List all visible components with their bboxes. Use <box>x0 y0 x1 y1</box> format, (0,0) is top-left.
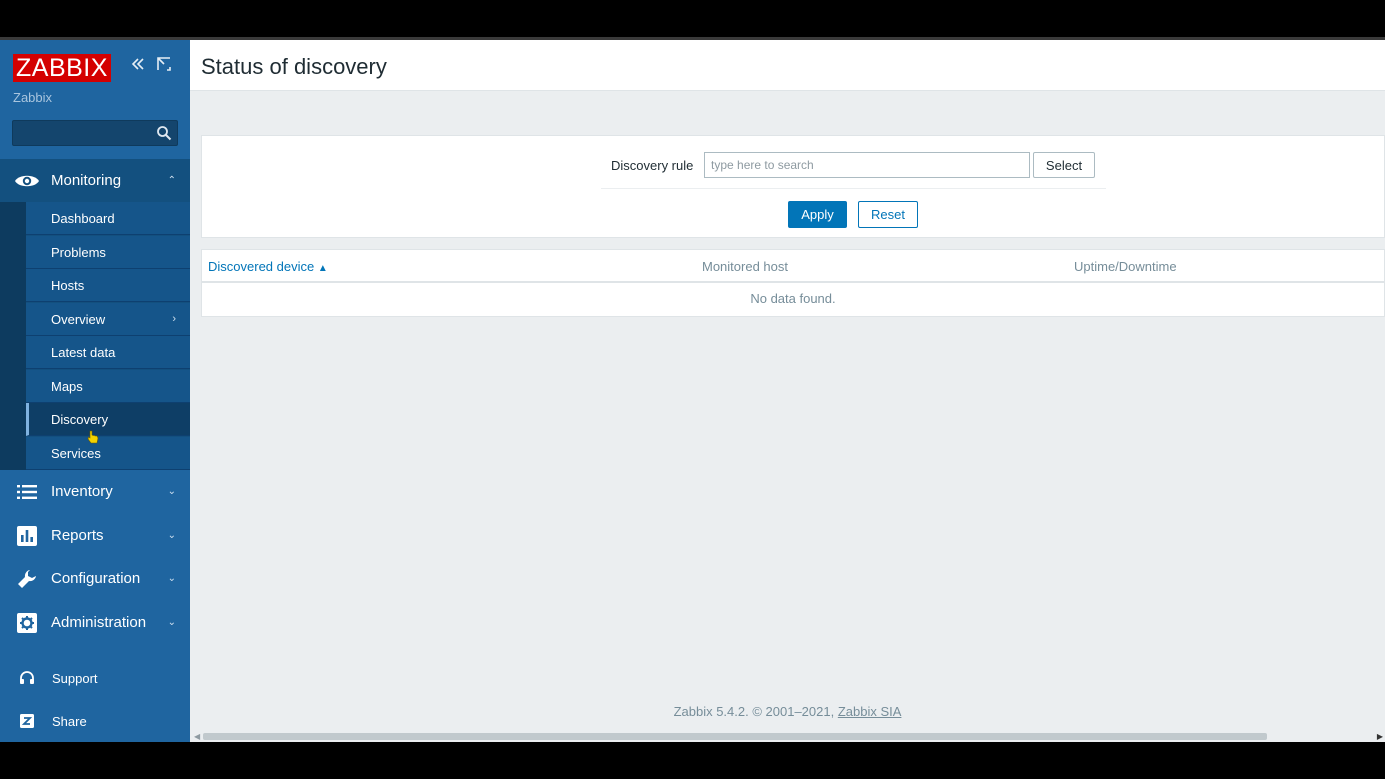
sidebar: ZABBIX Zabbix Monitoring ⌃ Dashboard Pro… <box>0 40 190 742</box>
empty-table-message: No data found. <box>750 291 836 306</box>
zabbix-logo[interactable]: ZABBIX <box>13 54 111 82</box>
menu-section-label: Reports <box>51 527 104 544</box>
chevron-right-icon: › <box>172 313 176 325</box>
column-header-monitored-host: Monitored host <box>702 259 788 274</box>
menu-section-inventory[interactable]: Inventory ⌄ <box>0 470 190 513</box>
sidebar-item-dashboard[interactable]: Dashboard <box>26 202 190 235</box>
sidebar-item-overview[interactable]: Overview › <box>26 303 190 336</box>
sidebar-item-discovery[interactable]: Discovery <box>26 403 190 436</box>
sidebar-item-label: Dashboard <box>51 210 115 226</box>
menu-section-configuration[interactable]: Configuration ⌄ <box>0 557 190 600</box>
server-name: Zabbix <box>13 90 53 105</box>
gear-icon <box>14 610 40 636</box>
chevron-down-icon: ⌄ <box>167 486 176 497</box>
sidebar-share[interactable]: Share <box>0 703 190 739</box>
select-button[interactable]: Select <box>1033 152 1095 178</box>
menu-section-label: Administration <box>51 614 147 631</box>
discovery-rule-input[interactable] <box>704 152 1030 178</box>
kiosk-mode-icon[interactable] <box>153 55 175 77</box>
sidebar-support-label: Support <box>52 670 98 686</box>
submenu-rail <box>0 202 26 470</box>
hand-cursor-icon <box>87 430 99 444</box>
filter-divider <box>601 188 1106 189</box>
sidebar-item-label: Discovery <box>51 411 109 427</box>
apply-button[interactable]: Apply <box>788 201 847 228</box>
discovery-rule-label: Discovery rule <box>611 158 694 173</box>
sidebar-search <box>12 120 178 146</box>
column-header-uptime-downtime: Uptime/Downtime <box>1074 259 1177 274</box>
sort-asc-icon: ▲ <box>317 263 328 274</box>
headset-icon <box>17 668 37 688</box>
filter-panel: Discovery rule Select Apply Reset <box>201 135 1385 238</box>
discovery-table: Discovered device ▲ Monitored host Uptim… <box>201 249 1385 317</box>
horizontal-scrollbar[interactable]: ◀ ▶ <box>190 731 1385 742</box>
sidebar-item-services[interactable]: Services <box>26 437 190 470</box>
bar-chart-icon <box>14 523 40 549</box>
sidebar-item-label: Problems <box>51 244 106 260</box>
list-icon <box>14 479 40 505</box>
page-title: Status of discovery <box>201 54 387 79</box>
scrollbar-thumb[interactable] <box>203 733 1267 740</box>
sidebar-item-latest-data[interactable]: Latest data <box>26 336 190 369</box>
sidebar-search-input[interactable] <box>13 121 149 145</box>
footer-company-link[interactable]: Zabbix SIA <box>838 704 902 719</box>
scroll-right-icon[interactable]: ▶ <box>1377 732 1383 741</box>
wrench-icon <box>14 566 40 592</box>
sidebar-share-label: Share <box>52 713 87 729</box>
chevron-up-icon: ⌃ <box>167 175 176 186</box>
scroll-left-icon[interactable]: ◀ <box>194 732 200 741</box>
page-header: Status of discovery <box>190 40 1385 91</box>
table-header: Discovered device ▲ Monitored host Uptim… <box>202 250 1384 283</box>
sidebar-item-hosts[interactable]: Hosts <box>26 269 190 302</box>
share-icon <box>17 711 37 731</box>
menu-section-label: Monitoring <box>51 172 122 189</box>
logo-row: ZABBIX <box>13 53 111 83</box>
search-icon[interactable] <box>156 125 172 141</box>
menu-section-label: Inventory <box>51 483 113 500</box>
menu-section-administration[interactable]: Administration ⌄ <box>0 601 190 644</box>
chevron-down-icon: ⌄ <box>167 530 176 541</box>
footer-copyright: Zabbix 5.4.2. © 2001–2021, <box>673 704 835 719</box>
collapse-sidebar-icon[interactable] <box>127 55 149 77</box>
chevron-down-icon: ⌄ <box>167 573 176 584</box>
menu-section-monitoring[interactable]: Monitoring ⌃ <box>0 159 190 202</box>
menu-section-label: Configuration <box>51 570 141 587</box>
reset-button[interactable]: Reset <box>858 201 918 228</box>
chevron-down-icon: ⌄ <box>167 617 176 628</box>
app-frame: ZABBIX Zabbix Monitoring ⌃ Dashboard Pro… <box>0 40 1385 742</box>
sidebar-item-problems[interactable]: Problems <box>26 236 190 269</box>
page-footer: Zabbix 5.4.2. © 2001–2021, Zabbix SIA <box>190 704 1385 719</box>
eye-icon <box>14 168 40 194</box>
menu-section-reports[interactable]: Reports ⌄ <box>0 514 190 557</box>
sidebar-item-label: Services <box>51 445 101 461</box>
sidebar-item-label: Hosts <box>51 277 85 293</box>
sidebar-item-label: Overview <box>51 311 106 327</box>
sidebar-item-label: Maps <box>51 378 83 394</box>
column-header-discovered-device[interactable]: Discovered device ▲ <box>208 259 328 274</box>
sidebar-support[interactable]: Support <box>0 660 190 696</box>
sidebar-item-maps[interactable]: Maps <box>26 370 190 403</box>
sidebar-item-label: Latest data <box>51 344 116 360</box>
column-header-label: Discovered device <box>208 259 315 274</box>
